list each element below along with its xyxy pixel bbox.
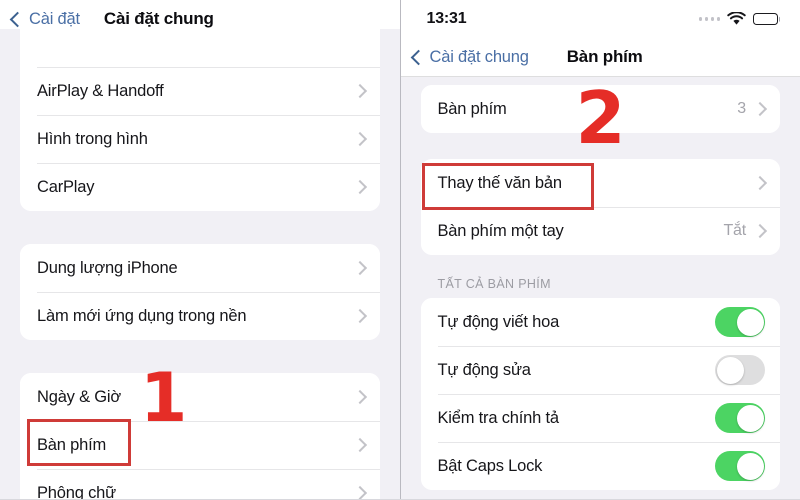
right-group-keyboards: Bàn phím 3 [420, 85, 780, 133]
chevron-right-icon [352, 389, 367, 405]
chevron-right-icon [352, 131, 367, 147]
list-item-label: Ngày & Giờ [37, 387, 122, 406]
list-item[interactable] [20, 29, 380, 67]
status-bar-time: 13:31 [426, 10, 467, 27]
left-back-button[interactable]: Cài đặt [0, 10, 80, 29]
wifi-icon [727, 12, 746, 25]
right-section-wrap: TẤT CẢ BÀN PHÍM [421, 255, 781, 298]
chevron-right-icon [352, 83, 367, 99]
chevron-right-icon [752, 223, 768, 239]
toggle-enable-caps-lock[interactable] [715, 451, 765, 481]
chevron-right-icon [752, 175, 768, 191]
right-group-text: Thay thế văn bản Bàn phím một tay Tắt [420, 159, 780, 255]
list-item-auto-capitalization[interactable]: Tự động viết hoa [420, 298, 780, 346]
list-item-one-handed-keyboard[interactable]: Bàn phím một tay Tắt [420, 207, 780, 255]
left-group-system: Ngày & Giờ Bàn phím Phông chữ [20, 373, 380, 500]
list-item-label: Làm mới ứng dụng trong nền [37, 306, 247, 325]
section-header-all-keyboards: TẤT CẢ BÀN PHÍM [437, 277, 551, 291]
right-group-toggles: Tự động viết hoa Tự động sửa Kiểm tra ch… [420, 298, 780, 490]
toggle-knob [736, 308, 764, 336]
sidebar-item-airplay-handoff[interactable]: AirPlay & Handoff [20, 67, 380, 115]
list-item-label: Bàn phím một tay [437, 221, 564, 240]
chevron-right-icon [352, 485, 367, 499]
sidebar-item-fonts[interactable]: Phông chữ [20, 469, 380, 500]
toggle-knob [736, 452, 764, 480]
left-page-title: Cài đặt chung [103, 9, 214, 28]
sidebar-item-keyboard[interactable]: Bàn phím [20, 421, 380, 469]
signal-dots-icon [698, 17, 720, 21]
list-item-label: Bàn phím [437, 99, 507, 118]
sidebar-item-carplay[interactable]: CarPlay [20, 163, 380, 211]
right-back-label: Cài đặt chung [429, 47, 529, 66]
toggle-check-spelling[interactable] [715, 403, 765, 433]
list-item-label: CarPlay [37, 177, 95, 196]
list-item-label: Dung lượng iPhone [37, 258, 178, 277]
chevron-right-icon [352, 260, 367, 276]
sidebar-item-picture-in-picture[interactable]: Hình trong hình [20, 115, 380, 163]
list-item-label: Thay thế văn bản [437, 173, 563, 192]
status-bar: 13:31 [400, 0, 800, 38]
toggle-knob [736, 404, 764, 432]
right-phone-screen: 13:31 Cài đặt chung Bàn phím Bàn phím 3 … [400, 0, 800, 499]
left-group-storage: Dung lượng iPhone Làm mới ứng dụng trong… [20, 244, 380, 340]
dual-screenshot-container: Cài đặt Cài đặt chung AirPlay & Handoff … [0, 0, 800, 500]
list-item-label: Tự động viết hoa [437, 312, 560, 331]
sidebar-item-iphone-storage[interactable]: Dung lượng iPhone [20, 244, 380, 292]
toggle-knob [716, 356, 744, 384]
list-item-label: Kiểm tra chính tả [437, 408, 560, 427]
left-settings-list[interactable]: AirPlay & Handoff Hình trong hình CarPla… [0, 29, 400, 499]
list-item-label: Bật Caps Lock [437, 456, 543, 475]
right-settings-list[interactable]: Bàn phím 3 Thay thế văn bản Bàn phím một… [400, 85, 800, 499]
chevron-left-icon [9, 11, 26, 28]
list-item-label: Bàn phím [37, 435, 107, 454]
list-item-check-spelling[interactable]: Kiểm tra chính tả [420, 394, 780, 442]
toggle-auto-capitalization[interactable] [715, 307, 765, 337]
sidebar-item-date-time[interactable]: Ngày & Giờ [20, 373, 380, 421]
sidebar-item-background-app-refresh[interactable]: Làm mới ứng dụng trong nền [20, 292, 380, 340]
left-group-spacer-1 [20, 211, 380, 244]
list-item-enable-caps-lock[interactable]: Bật Caps Lock [420, 442, 780, 490]
left-group-media: AirPlay & Handoff Hình trong hình CarPla… [20, 29, 380, 211]
right-page-title: Bàn phím [566, 47, 643, 66]
right-back-button[interactable]: Cài đặt chung [401, 48, 529, 67]
right-nav-bar: Cài đặt chung Bàn phím [400, 38, 800, 77]
left-phone-screen: Cài đặt Cài đặt chung AirPlay & Handoff … [0, 0, 401, 499]
left-back-label: Cài đặt [29, 9, 80, 28]
chevron-left-icon [410, 49, 426, 66]
list-item-auto-correction[interactable]: Tự động sửa [420, 346, 780, 394]
left-group-spacer-2 [20, 340, 380, 373]
list-item-text-replacement[interactable]: Thay thế văn bản [420, 159, 780, 207]
list-item-label: Hình trong hình [37, 129, 148, 148]
list-item-label: Phông chữ [37, 483, 116, 500]
list-item-value: 3 [737, 100, 746, 117]
list-item-value: Tắt [723, 222, 746, 239]
chevron-right-icon [352, 437, 367, 453]
list-item-label: AirPlay & Handoff [37, 81, 164, 100]
toggle-auto-correction[interactable] [715, 355, 765, 385]
list-item-keyboards[interactable]: Bàn phím 3 [420, 85, 780, 133]
list-item-label: Tự động sửa [437, 360, 531, 379]
chevron-right-icon [352, 179, 367, 195]
right-group-spacer-1 [421, 133, 781, 159]
chevron-right-icon [752, 101, 768, 117]
battery-icon [753, 12, 778, 26]
chevron-right-icon [352, 308, 367, 324]
status-bar-icons [698, 12, 778, 26]
